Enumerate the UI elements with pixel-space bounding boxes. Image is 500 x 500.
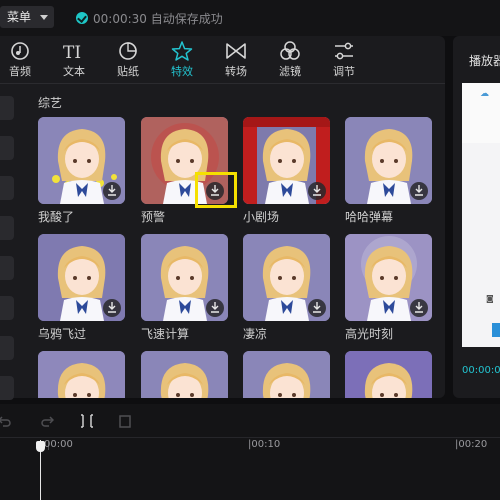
- player-panel: 播放器 ☁ ◙ 00:00:00: [453, 36, 500, 398]
- save-status-text: 00:00:30 自动保存成功: [93, 11, 223, 26]
- effect-name: 高光时刻: [345, 327, 394, 341]
- sticker-icon: [119, 42, 137, 60]
- sidebar-item[interactable]: [0, 176, 14, 200]
- effect-name: 我酸了: [38, 210, 75, 224]
- tab-audio[interactable]: 音频: [1, 38, 39, 80]
- ruler-label: 00:00: [44, 439, 73, 450]
- svg-text:TI: TI: [63, 43, 81, 62]
- cloud-icon: ☁: [480, 89, 489, 99]
- resource-panel: 音频 TI 文本 贴纸 特效 转场 滤镜 调节 综艺 我酸了 预警 小剧场 哈哈…: [0, 36, 445, 400]
- download-icon: [415, 302, 423, 313]
- ruler-label: |00:10: [248, 439, 281, 450]
- save-status: 00:00:30 自动保存成功: [76, 9, 223, 27]
- tab-filter[interactable]: 滤镜: [271, 38, 309, 80]
- effect-thumbnail: [243, 117, 330, 204]
- tag-icon: ◙: [486, 294, 494, 303]
- effect-thumbnail: [345, 117, 432, 204]
- tab-label: 文本: [63, 65, 85, 78]
- ruler-label: |00:20: [455, 439, 488, 450]
- section-title: 综艺: [38, 96, 63, 110]
- sidebar-item[interactable]: [0, 336, 14, 360]
- download-icon: [313, 185, 321, 196]
- chevron-down-icon: [40, 15, 48, 20]
- tab-label: 调节: [333, 65, 355, 78]
- download-button[interactable]: [410, 299, 428, 317]
- sidebar-item[interactable]: [0, 96, 14, 120]
- download-icon: [108, 185, 116, 196]
- blue-marker: [492, 323, 500, 337]
- timeline-toolbar: [0, 404, 500, 438]
- download-button[interactable]: [308, 182, 326, 200]
- sidebar-item[interactable]: [0, 136, 14, 160]
- download-button[interactable]: [103, 182, 121, 200]
- top-bar: 菜单 00:00:30 自动保存成功: [0, 0, 500, 36]
- effect-thumbnail: [243, 234, 330, 321]
- sidebar-item[interactable]: [0, 296, 14, 320]
- effect-thumbnail: [345, 351, 432, 398]
- filter-icon: [280, 41, 300, 60]
- tab-label: 转场: [225, 65, 247, 78]
- download-icon: [108, 302, 116, 313]
- tab-label: 音频: [9, 65, 31, 78]
- effects-grid: 综艺 我酸了 预警 小剧场 哈哈弹幕乌鸦飞过 飞速计算 凄凉 高光时刻: [28, 84, 433, 398]
- sidebar-item[interactable]: [0, 376, 14, 400]
- tab-label: 特效: [171, 65, 193, 78]
- player-viewport[interactable]: ☁ ◙: [462, 83, 500, 347]
- adjust-icon: [335, 42, 353, 60]
- tab-label: 滤镜: [279, 65, 301, 78]
- tab-label: 贴纸: [117, 65, 139, 78]
- effect-name: 哈哈弹幕: [345, 210, 394, 224]
- split-icon[interactable]: [80, 414, 94, 428]
- effects-icon: [171, 41, 193, 61]
- effect-thumbnail: [38, 234, 125, 321]
- transition-icon: [226, 43, 246, 59]
- player-title: 播放器: [469, 54, 500, 68]
- effect-name: 飞速计算: [141, 327, 190, 341]
- effect-thumbnail: [38, 117, 125, 204]
- download-icon: [415, 185, 423, 196]
- effect-thumbnail: [243, 351, 330, 398]
- effect-thumbnail: [345, 234, 432, 321]
- effect-thumbnail: [141, 351, 228, 398]
- download-button[interactable]: [308, 299, 326, 317]
- download-button[interactable]: [103, 299, 121, 317]
- timeline-ruler[interactable]: 00:00 |00:10 |00:20: [0, 438, 500, 456]
- effect-name: 乌鸦飞过: [38, 327, 87, 341]
- playhead-handle[interactable]: [36, 441, 45, 452]
- sidebar-item[interactable]: [0, 256, 14, 280]
- timeline: 00:00 |00:10 |00:20: [0, 404, 500, 500]
- download-button[interactable]: [410, 182, 428, 200]
- highlight-box: [195, 172, 237, 208]
- download-icon: [313, 302, 321, 313]
- effect-name: 预警: [141, 210, 166, 224]
- sidebar-item[interactable]: [0, 216, 14, 240]
- tab-text[interactable]: TI 文本: [55, 38, 93, 80]
- menu-label: 菜单: [7, 10, 32, 24]
- tab-adjust[interactable]: 调节: [325, 38, 363, 80]
- tab-transition[interactable]: 转场: [217, 38, 255, 80]
- effect-name: 小剧场: [243, 210, 280, 224]
- category-tabbar: 音频 TI 文本 贴纸 特效 转场 滤镜 调节: [0, 36, 445, 84]
- tab-effects[interactable]: 特效: [163, 38, 201, 80]
- effect-thumbnail: [141, 234, 228, 321]
- redo-icon[interactable]: [40, 414, 54, 428]
- download-icon: [211, 302, 219, 313]
- undo-icon[interactable]: [0, 414, 12, 428]
- player-time: 00:00:00: [462, 365, 500, 376]
- effect-name: 凄凉: [243, 327, 268, 341]
- menu-button[interactable]: 菜单: [0, 6, 54, 28]
- text-icon: TI: [63, 43, 81, 62]
- effect-thumbnail: [38, 351, 125, 398]
- tab-sticker[interactable]: 贴纸: [109, 38, 147, 80]
- delete-icon[interactable]: [118, 414, 132, 428]
- audio-icon: [11, 42, 29, 60]
- check-circle-icon: [76, 12, 88, 24]
- download-button[interactable]: [206, 299, 224, 317]
- category-sidebar: [0, 84, 16, 400]
